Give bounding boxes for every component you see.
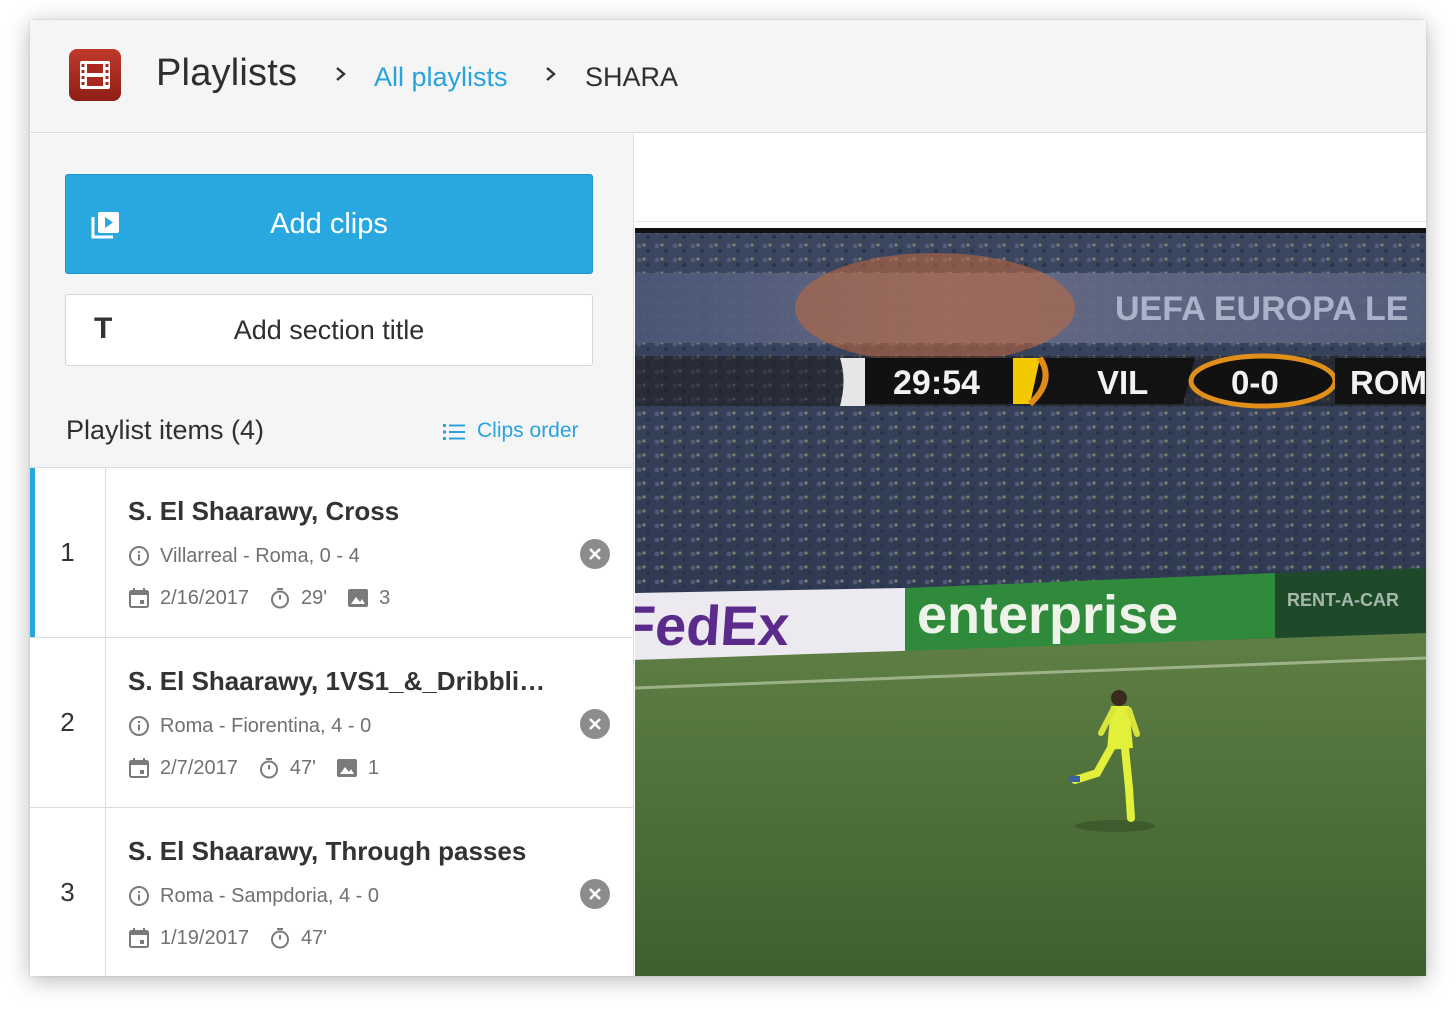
calendar-icon [129, 758, 149, 778]
item-minute: 29' [300, 587, 328, 609]
home-team: VIL [1097, 364, 1148, 401]
chevron-right-icon [546, 67, 556, 81]
add-clips-button[interactable]: Add clips [65, 174, 593, 274]
add-section-title-button[interactable]: T Add section title [65, 294, 593, 366]
playlist-items-list: 1 S. El Shaarawy, Cross Villarreal - Rom… [30, 467, 633, 976]
info-icon [129, 716, 149, 736]
item-details: 2/16/2017 29' 3 [128, 587, 390, 610]
calendar-icon [129, 928, 149, 948]
item-minute: 47' [300, 927, 328, 949]
item-details: 2/7/2017 47' 1 [128, 757, 379, 780]
app-window: Playlists All playlists SHARA Add clips … [30, 20, 1426, 976]
item-title: S. El Shaarawy, 1VS1_&_Dribbling [128, 666, 548, 696]
breadcrumb-all-playlists[interactable]: All playlists [374, 62, 508, 93]
sidebar: Add clips T Add section title Playlist i… [30, 134, 634, 976]
image-icon [336, 759, 357, 777]
add-section-title-label: Add section title [233, 315, 425, 345]
remove-item-button[interactable] [580, 879, 610, 909]
info-icon [129, 886, 149, 906]
close-icon [589, 888, 601, 900]
top-bar: Playlists All playlists SHARA [30, 20, 1426, 133]
item-date: 1/19/2017 [160, 927, 249, 949]
film-icon[interactable] [69, 49, 121, 101]
remove-item-button[interactable] [580, 709, 610, 739]
item-match-text: Roma - Sampdoria, 4 - 0 [160, 885, 379, 907]
item-number: 3 [30, 808, 106, 976]
info-icon [129, 546, 149, 566]
banner-text: UEFA EUROPA LE [1115, 290, 1408, 328]
list-item[interactable]: 1 S. El Shaarawy, Cross Villarreal - Rom… [30, 467, 633, 637]
item-details: 1/19/2017 47' [128, 927, 327, 950]
item-date: 2/7/2017 [160, 757, 238, 779]
item-image-count: 1 [367, 757, 380, 779]
close-icon [589, 718, 601, 730]
timer-icon [270, 928, 289, 949]
add-clips-label: Add clips [270, 208, 388, 240]
player-toolbar [635, 134, 1426, 222]
close-icon [589, 548, 601, 560]
board-mid-text: enterprise [917, 585, 1178, 645]
item-match-text: Roma - Fiorentina, 4 - 0 [160, 715, 372, 737]
item-title: S. El Shaarawy, Through passes [128, 836, 527, 866]
clips-order-label: Clips order [477, 419, 579, 442]
board-left-text: FedEx [635, 594, 791, 657]
item-number: 1 [30, 468, 106, 637]
score: 0-0 [1231, 364, 1279, 401]
video-player[interactable]: UEFA EUROPA LE 29:54 VIL 0-0 ROM FedEx e… [635, 228, 1426, 976]
item-match: Villarreal - Roma, 0 - 4 [128, 545, 360, 568]
item-minute: 47' [289, 757, 316, 779]
match-clock: 29:54 [893, 364, 980, 402]
board-right-text: RENT-A-CAR [1287, 590, 1399, 610]
video-frame: UEFA EUROPA LE 29:54 VIL 0-0 ROM FedEx e… [635, 228, 1426, 976]
item-match: Roma - Fiorentina, 4 - 0 [128, 715, 371, 738]
image-icon [348, 589, 369, 607]
timer-icon [259, 758, 278, 779]
item-image-count: 3 [379, 587, 391, 609]
list-item[interactable]: 2 S. El Shaarawy, 1VS1_&_Dribbling Roma … [30, 637, 633, 807]
clips-order-button[interactable]: Clips order [443, 419, 579, 443]
item-title: S. El Shaarawy, Cross [128, 496, 400, 526]
item-date: 2/16/2017 [160, 587, 249, 609]
page-title: Playlists [156, 52, 298, 94]
chevron-right-icon [336, 67, 346, 81]
breadcrumb-current: SHARA [585, 62, 679, 92]
list-item[interactable]: 3 S. El Shaarawy, Through passes Roma - … [30, 807, 633, 976]
calendar-icon [129, 588, 149, 608]
remove-item-button[interactable] [580, 539, 610, 569]
item-number: 2 [30, 638, 106, 807]
playlist-items-heading: Playlist items (4) [66, 415, 265, 445]
away-team: ROM [1350, 364, 1426, 401]
list-icon [443, 424, 465, 440]
item-match-text: Villarreal - Roma, 0 - 4 [160, 545, 360, 567]
item-match: Roma - Sampdoria, 4 - 0 [128, 885, 379, 908]
timer-icon [270, 588, 289, 609]
